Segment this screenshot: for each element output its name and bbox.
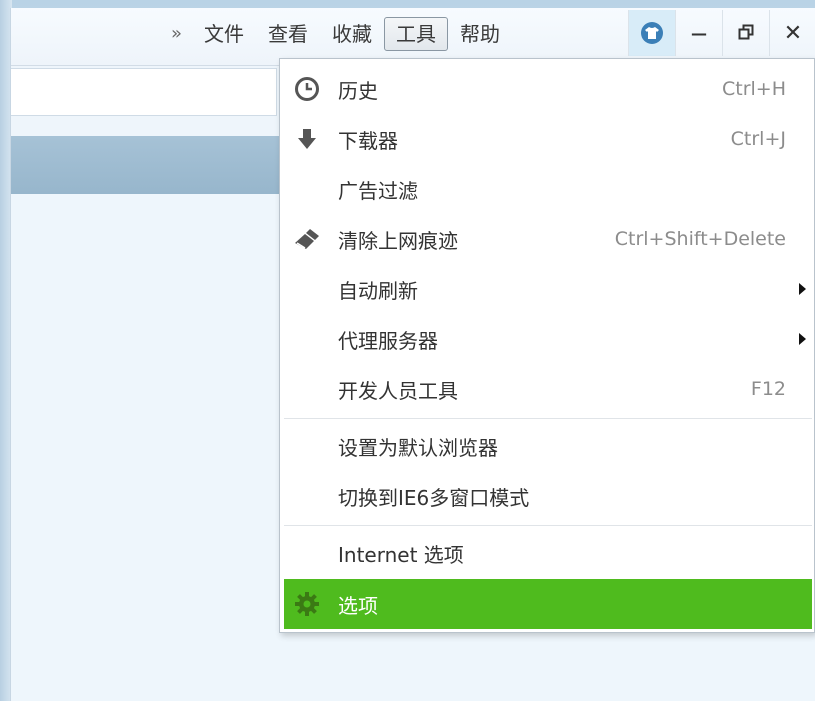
menu-item-set-default-browser[interactable]: 设置为默认浏览器 — [284, 421, 812, 471]
tshirt-icon — [641, 22, 663, 44]
menu-separator — [284, 418, 812, 419]
restore-button[interactable] — [722, 10, 769, 56]
menu-favorites[interactable]: 收藏 — [320, 18, 384, 50]
submenu-arrow-icon — [799, 333, 806, 345]
menu-item-label: 历史 — [338, 78, 378, 103]
menu-item-shortcut: F12 — [750, 378, 786, 400]
menu-item-label: 下载器 — [338, 128, 398, 153]
clock-icon — [292, 74, 322, 104]
menu-item-label: 广告过滤 — [338, 178, 418, 203]
menu-item-history[interactable]: 历史 Ctrl+H — [284, 64, 812, 114]
menu-separator — [284, 525, 812, 526]
menu-bar: » 文件 查看 收藏 工具 帮助 — [161, 17, 512, 51]
menu-item-switch-ie6-mode[interactable]: 切换到IE6多窗口模式 — [284, 471, 812, 521]
menu-item-proxy-server[interactable]: 代理服务器 — [284, 314, 812, 364]
menu-item-shortcut: Ctrl+J — [730, 128, 786, 150]
menu-item-label: 设置为默认浏览器 — [338, 435, 498, 460]
close-icon: ✕ — [783, 20, 803, 46]
tools-dropdown-menu: 历史 Ctrl+H 下载器 Ctrl+J 广告过滤 清除上网痕迹 Ctrl+Sh… — [279, 58, 815, 633]
window-controls: — ✕ — [628, 10, 815, 56]
broom-icon — [292, 224, 322, 254]
menu-item-label: 代理服务器 — [338, 328, 438, 353]
download-arrow-icon — [292, 124, 322, 154]
menu-file[interactable]: 文件 — [192, 18, 256, 50]
menu-item-options[interactable]: 选项 — [284, 579, 812, 629]
submenu-arrow-icon — [799, 283, 806, 295]
menu-item-ad-filter[interactable]: 广告过滤 — [284, 164, 812, 214]
address-input[interactable] — [11, 68, 277, 116]
minimize-icon: — — [691, 23, 707, 43]
menu-tools[interactable]: 工具 — [384, 17, 449, 51]
menu-item-label: 清除上网痕迹 — [338, 228, 458, 253]
menu-item-label: 选项 — [338, 593, 378, 618]
gear-icon — [292, 589, 322, 619]
menu-overflow-button[interactable]: » — [161, 18, 192, 50]
menu-item-auto-refresh[interactable]: 自动刷新 — [284, 264, 812, 314]
restore-icon — [738, 21, 754, 46]
menu-item-label: 开发人员工具 — [338, 378, 458, 403]
minimize-button[interactable]: — — [675, 10, 722, 56]
skin-button[interactable] — [628, 10, 675, 56]
menu-item-label: 自动刷新 — [338, 278, 418, 303]
menu-item-internet-options[interactable]: Internet 选项 — [284, 528, 812, 578]
menu-view[interactable]: 查看 — [256, 18, 320, 50]
menu-item-label: Internet 选项 — [338, 542, 464, 567]
close-button[interactable]: ✕ — [769, 10, 815, 56]
menu-item-shortcut: Ctrl+H — [721, 78, 786, 100]
menu-help[interactable]: 帮助 — [448, 18, 512, 50]
menu-item-downloader[interactable]: 下载器 Ctrl+J — [284, 114, 812, 164]
menu-item-label: 切换到IE6多窗口模式 — [338, 485, 530, 510]
menu-item-shortcut: Ctrl+Shift+Delete — [614, 228, 786, 250]
menu-item-clear-traces[interactable]: 清除上网痕迹 Ctrl+Shift+Delete — [284, 214, 812, 264]
menu-item-developer-tools[interactable]: 开发人员工具 F12 — [284, 364, 812, 414]
